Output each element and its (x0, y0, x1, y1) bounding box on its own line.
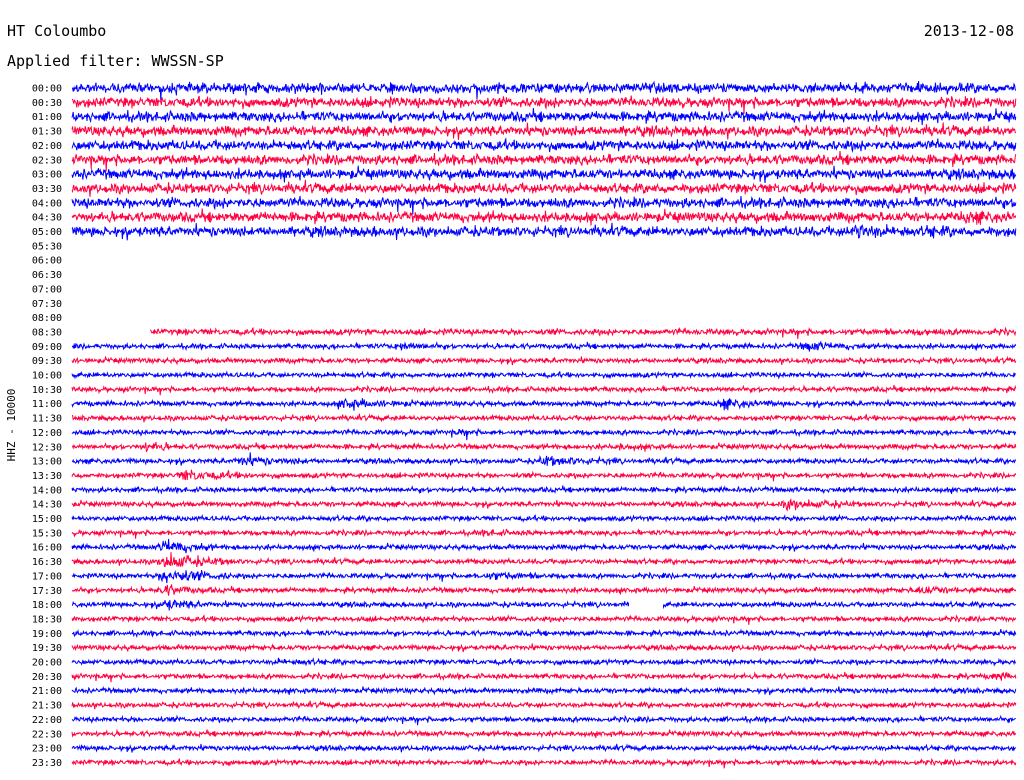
trace-line (71, 513, 1017, 524)
time-label: 13:00 (32, 457, 62, 468)
time-label: 19:30 (32, 643, 62, 654)
trace-line (71, 498, 1017, 512)
trace-line (71, 340, 1017, 352)
trace-line (71, 469, 1017, 482)
time-label: 08:30 (32, 327, 62, 338)
trace-line (71, 179, 1017, 197)
trace-line (71, 642, 1017, 653)
trace-line (71, 441, 1017, 453)
trace-line (71, 671, 1017, 683)
data-gap (629, 597, 663, 612)
time-label: 07:00 (32, 284, 62, 295)
time-label: 15:30 (32, 528, 62, 539)
trace-line (71, 150, 1017, 172)
time-label: 07:30 (32, 299, 62, 310)
trace-line (71, 552, 1017, 568)
time-label: 17:00 (32, 571, 62, 582)
time-label: 20:30 (32, 672, 62, 683)
trace-line (71, 527, 1017, 539)
time-label: 08:00 (32, 313, 62, 324)
time-label: 22:00 (32, 715, 62, 726)
trace-line (71, 685, 1017, 696)
time-label: 21:30 (32, 701, 62, 712)
time-label: 06:00 (32, 256, 62, 267)
time-label: 06:30 (32, 270, 62, 281)
trace-line (71, 384, 1017, 396)
time-label: 02:00 (32, 141, 62, 152)
trace-line (71, 95, 1017, 115)
time-label: 19:00 (32, 629, 62, 640)
trace-line (71, 538, 1017, 554)
time-label: 02:30 (32, 155, 62, 166)
time-label: 03:30 (32, 184, 62, 195)
trace-line (71, 413, 1016, 423)
time-label: 23:00 (32, 744, 62, 755)
trace-line (71, 728, 1017, 739)
trace-line (71, 397, 1016, 411)
time-label: 09:30 (32, 356, 62, 367)
time-label: 16:30 (32, 557, 62, 568)
trace-line (71, 355, 1017, 366)
time-label: 15:00 (32, 514, 62, 525)
trace-line (71, 628, 1017, 639)
trace-line (71, 569, 1017, 584)
time-label: 22:30 (32, 729, 62, 740)
trace-line (71, 370, 1016, 380)
time-label: 11:00 (32, 399, 62, 410)
time-label: 05:00 (32, 227, 62, 238)
trace-line (71, 208, 1017, 226)
time-label: 16:00 (32, 543, 62, 554)
time-label: 10:30 (32, 385, 62, 396)
data-gaps (629, 597, 663, 612)
trace-line (71, 757, 1017, 769)
trace-line (71, 122, 1017, 140)
trace-line (71, 137, 1017, 153)
trace-line (71, 700, 1017, 710)
time-label: 01:00 (32, 112, 62, 123)
time-label: 04:30 (32, 213, 62, 224)
trace-line (71, 427, 1017, 441)
trace-line (71, 195, 1017, 215)
trace-line (71, 80, 1017, 101)
time-label: 18:00 (32, 600, 62, 611)
time-label: 09:00 (32, 342, 62, 353)
trace-line (71, 452, 1017, 467)
time-label: 18:30 (32, 614, 62, 625)
trace-line (71, 107, 1017, 126)
trace-line (149, 326, 1017, 340)
time-labels: 00:00 00:30 01:00 01:30 02:00 02:30 03:00 03:30… (32, 84, 62, 769)
trace-line (71, 656, 1017, 667)
time-label: 05:30 (32, 241, 62, 252)
time-label: 20:00 (32, 658, 62, 669)
time-label: 23:30 (32, 758, 62, 769)
time-label: 04:00 (32, 198, 62, 209)
time-label: 13:30 (32, 471, 62, 482)
time-label: 10:00 (32, 371, 62, 382)
time-label: 00:00 (32, 84, 62, 95)
time-label: 14:00 (32, 485, 62, 496)
time-label: 17:30 (32, 586, 62, 597)
seismogram-page: HT Coloumbo 2013-12-08 Applied filter: W… (0, 0, 1024, 780)
trace-line (71, 222, 1017, 241)
time-label: 01:30 (32, 127, 62, 138)
time-label: 21:00 (32, 686, 62, 697)
time-label: 14:30 (32, 500, 62, 511)
trace-line (71, 484, 1017, 495)
time-label: 00:30 (32, 98, 62, 109)
time-label: 12:30 (32, 442, 62, 453)
trace-line (71, 613, 1017, 625)
time-label: 12:00 (32, 428, 62, 439)
helicorder-plot: 00:00 00:30 01:00 01:30 02:00 02:30 03:00 03:30… (5, 80, 1017, 769)
channel-label: HHZ - 10000 (5, 389, 18, 462)
trace-line (71, 584, 1017, 596)
time-label: 11:30 (32, 414, 62, 425)
trace-lines (71, 80, 1017, 769)
time-label: 03:00 (32, 170, 62, 181)
trace-line (71, 714, 1016, 726)
trace-line (71, 743, 1017, 753)
trace-line (71, 599, 1016, 611)
trace-line (71, 165, 1017, 183)
